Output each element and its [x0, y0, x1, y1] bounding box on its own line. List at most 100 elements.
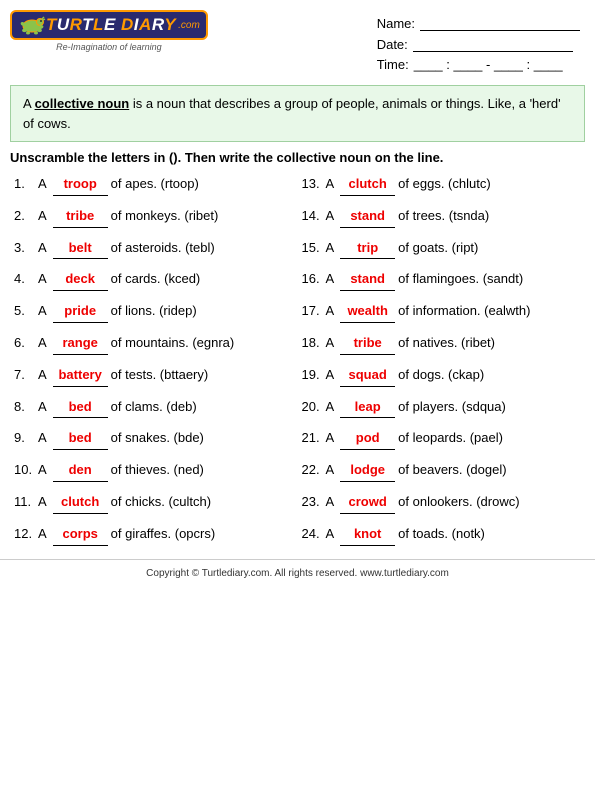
list-item: 24.Aknotof toads. (notk) [298, 519, 586, 551]
question-text: of dogs. (ckap) [398, 365, 484, 386]
question-a: A [326, 428, 335, 449]
question-number: 2. [14, 206, 38, 227]
name-fields: Name: Date: Time: ____ : ____ - ____ : _… [377, 10, 580, 72]
question-a: A [326, 238, 335, 259]
question-a: A [326, 174, 335, 195]
question-number: 16. [302, 269, 326, 290]
list-item: 8.Abedof clams. (deb) [10, 392, 298, 424]
question-text: of goats. (ript) [398, 238, 478, 259]
header: TURTLE DIARY .com Re-Imagination of lear… [0, 0, 595, 77]
question-a: A [38, 524, 47, 545]
question-a: A [326, 365, 335, 386]
question-text: of giraffes. (opcrs) [111, 524, 216, 545]
list-item: 12.Acorpsof giraffes. (opcrs) [10, 519, 298, 551]
question-a: A [38, 397, 47, 418]
question-a: A [38, 428, 47, 449]
question-number: 23. [302, 492, 326, 513]
question-number: 13. [302, 174, 326, 195]
question-text: of onlookers. (drowc) [398, 492, 519, 513]
question-a: A [326, 301, 335, 322]
turtle-icon [18, 14, 46, 36]
list-item: 7.Abatteryof tests. (bttaery) [10, 360, 298, 392]
question-a: A [38, 492, 47, 513]
list-item: 13.Aclutchof eggs. (chlutc) [298, 169, 586, 201]
answer-field: stand [340, 269, 395, 291]
date-label: Date: [377, 37, 408, 52]
question-a: A [38, 174, 47, 195]
definition-box: A collective noun is a noun that describ… [10, 85, 585, 142]
question-a: A [38, 365, 47, 386]
question-a: A [326, 524, 335, 545]
question-number: 12. [14, 524, 38, 545]
footer: Copyright © Turtlediary.com. All rights … [0, 559, 595, 587]
question-number: 18. [302, 333, 326, 354]
question-number: 11. [14, 492, 38, 513]
question-text: of cards. (kced) [111, 269, 201, 290]
answer-field: pod [340, 428, 395, 450]
question-text: of natives. (ribet) [398, 333, 495, 354]
question-number: 15. [302, 238, 326, 259]
list-item: 2.Atribeof monkeys. (ribet) [10, 201, 298, 233]
question-a: A [326, 397, 335, 418]
answer-field: corps [53, 524, 108, 546]
answer-field: leap [340, 397, 395, 419]
date-input[interactable] [413, 36, 573, 52]
question-number: 20. [302, 397, 326, 418]
answer-field: pride [53, 301, 108, 323]
question-text: of apes. (rtoop) [111, 174, 199, 195]
question-a: A [38, 460, 47, 481]
list-item: 10.Adenof thieves. (ned) [10, 455, 298, 487]
answer-field: troop [53, 174, 108, 196]
question-a: A [326, 333, 335, 354]
questions-grid: 1.Atroopof apes. (rtoop)2.Atribeof monke… [0, 169, 595, 551]
list-item: 3.Abeltof asteroids. (tebl) [10, 233, 298, 265]
answer-field: clutch [53, 492, 108, 514]
question-text: of trees. (tsnda) [398, 206, 489, 227]
question-text: of thieves. (ned) [111, 460, 204, 481]
question-number: 6. [14, 333, 38, 354]
question-text: of flamingoes. (sandt) [398, 269, 523, 290]
left-column: 1.Atroopof apes. (rtoop)2.Atribeof monke… [10, 169, 298, 551]
list-item: 20.Aleapof players. (sdqua) [298, 392, 586, 424]
question-number: 24. [302, 524, 326, 545]
answer-field: bed [53, 397, 108, 419]
question-text: of toads. (notk) [398, 524, 485, 545]
def-text-before: A [23, 96, 35, 111]
question-text: of information. (ealwth) [398, 301, 530, 322]
question-number: 21. [302, 428, 326, 449]
answer-field: tribe [53, 206, 108, 228]
question-number: 5. [14, 301, 38, 322]
list-item: 5.Aprideof lions. (ridep) [10, 296, 298, 328]
question-a: A [326, 269, 335, 290]
name-row: Name: [377, 15, 580, 31]
logo-tagline: Re-Imagination of learning [56, 42, 162, 52]
answer-field: deck [53, 269, 108, 291]
answer-field: lodge [340, 460, 395, 482]
answer-field: crowd [340, 492, 395, 514]
question-text: of chicks. (cultch) [111, 492, 211, 513]
answer-field: squad [340, 365, 395, 387]
list-item: 14.Astandof trees. (tsnda) [298, 201, 586, 233]
question-text: of snakes. (bde) [111, 428, 204, 449]
question-a: A [38, 206, 47, 227]
answer-field: battery [53, 365, 108, 387]
question-a: A [38, 269, 47, 290]
date-row: Date: [377, 36, 580, 52]
list-item: 15.Atripof goats. (ript) [298, 233, 586, 265]
name-input[interactable] [420, 15, 580, 31]
question-text: of mountains. (egnra) [111, 333, 235, 354]
instructions: Unscramble the letters in (). Then write… [10, 150, 585, 165]
question-text: of players. (sdqua) [398, 397, 506, 418]
question-text: of eggs. (chlutc) [398, 174, 491, 195]
question-a: A [38, 301, 47, 322]
time-value: ____ : ____ - ____ : ____ [414, 57, 563, 72]
question-text: of asteroids. (tebl) [111, 238, 215, 259]
answer-field: clutch [340, 174, 395, 196]
logo-area: TURTLE DIARY .com Re-Imagination of lear… [10, 10, 208, 72]
answer-field: den [53, 460, 108, 482]
question-number: 7. [14, 365, 38, 386]
list-item: 6.Arangeof mountains. (egnra) [10, 328, 298, 360]
question-number: 4. [14, 269, 38, 290]
question-number: 8. [14, 397, 38, 418]
list-item: 18.Atribeof natives. (ribet) [298, 328, 586, 360]
